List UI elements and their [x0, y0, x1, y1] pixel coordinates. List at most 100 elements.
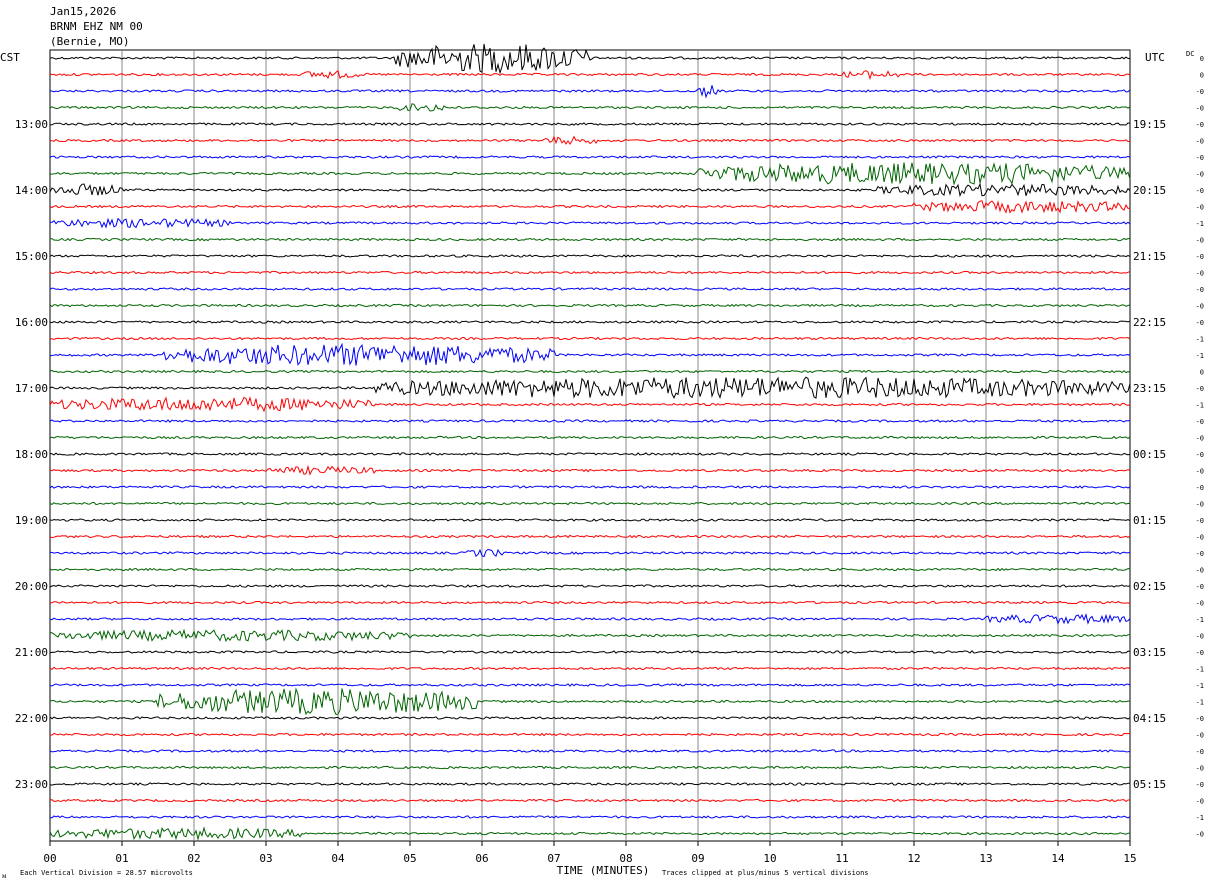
seismic-trace — [49, 396, 1131, 413]
dc-offset-value: -0 — [1196, 501, 1204, 509]
seismic-trace — [49, 69, 1131, 81]
right-hour-label: 03:15 — [1133, 646, 1166, 659]
dc-offset-value: -1 — [1196, 666, 1204, 674]
left-hour-label: 16:00 — [15, 316, 48, 329]
dc-offset-value: -0 — [1196, 138, 1204, 146]
left-hour-label: 14:00 — [15, 184, 48, 197]
left-hour-label: 19:00 — [15, 514, 48, 527]
dc-offset-value: -0 — [1196, 748, 1204, 756]
right-hour-label: 21:15 — [1133, 250, 1166, 263]
dc-offset-value: -0 — [1196, 435, 1204, 443]
dc-offset-value: -1 — [1196, 352, 1204, 360]
x-tick-label: 10 — [763, 852, 776, 865]
dc-offset-value: -0 — [1196, 286, 1204, 294]
dc-offset-value: -0 — [1196, 319, 1204, 327]
right-hour-label: 19:15 — [1133, 118, 1166, 131]
seismic-trace — [49, 336, 1131, 341]
station-code: BRNM EHZ NM 00 — [50, 20, 143, 33]
left-hour-label: 17:00 — [15, 382, 48, 395]
scale-note: Each Vertical Division = 28.57 microvolt… — [20, 869, 193, 877]
left-hour-label: 15:00 — [15, 250, 48, 263]
x-tick-label: 01 — [115, 852, 128, 865]
dc-offset-value: -1 — [1196, 220, 1204, 228]
seismic-trace — [49, 320, 1131, 324]
plot-date: Jan15,2026 — [50, 5, 117, 18]
dc-offset-value: -0 — [1196, 831, 1204, 839]
dc-label: DC — [1186, 50, 1194, 58]
dc-offset-value: -0 — [1196, 303, 1204, 311]
left-hour-label: 21:00 — [15, 646, 48, 659]
right-hour-label: 05:15 — [1133, 778, 1166, 791]
dc-offset-value: -0 — [1196, 534, 1204, 542]
seismic-trace — [49, 270, 1131, 275]
x-tick-label: 13 — [979, 852, 992, 865]
seismic-trace — [49, 155, 1131, 159]
dc-offset-value: -0 — [1196, 121, 1204, 129]
seismic-trace — [49, 765, 1131, 770]
right-hour-label: 00:15 — [1133, 448, 1166, 461]
dc-offset-value: -0 — [1196, 451, 1204, 459]
seismic-trace — [49, 826, 1131, 841]
dc-offset-value: -0 — [1196, 633, 1204, 641]
dc-offset-value: -0 — [1196, 781, 1204, 789]
right-hour-label: 02:15 — [1133, 580, 1166, 593]
helicorder-plot: CST UTC DC 13:00 14:00 15:00 16:00 17:00 18:00 19… — [0, 43, 1204, 880]
left-hour-label: 23:00 — [15, 778, 48, 791]
x-tick-label: 02 — [187, 852, 200, 865]
seismic-trace — [49, 567, 1131, 572]
seismic-trace — [49, 217, 1131, 229]
left-hour-label: 22:00 — [15, 712, 48, 725]
dc-offset-value: -1 — [1196, 402, 1204, 410]
x-tick-label: 09 — [691, 852, 704, 865]
dc-offset-value: -0 — [1196, 550, 1204, 558]
x-tick-label: 14 — [1051, 852, 1065, 865]
seismic-trace — [49, 613, 1131, 625]
seismic-trace — [49, 200, 1131, 214]
dc-offset-value: 0 — [1200, 369, 1204, 377]
seismic-trace — [49, 501, 1131, 506]
dc-offset-value: -0 — [1196, 105, 1204, 113]
dc-offset-value: -0 — [1196, 171, 1204, 179]
seismic-trace — [49, 135, 1131, 146]
seismic-trace — [49, 435, 1131, 440]
seismic-trace — [49, 419, 1131, 423]
left-hour-label: 13:00 — [15, 118, 48, 131]
station-location: (Bernie, MO) — [50, 35, 130, 48]
left-timezone-label: CST — [0, 51, 20, 64]
dc-offset-value: -1 — [1196, 336, 1204, 344]
seismic-trace — [49, 600, 1131, 605]
seismic-trace — [49, 732, 1131, 737]
dc-offset-value: -0 — [1196, 517, 1204, 525]
seismic-trace — [49, 122, 1131, 126]
dc-offset-value: -0 — [1196, 187, 1204, 195]
seismic-trace — [49, 369, 1131, 374]
seismic-trace — [49, 43, 1131, 75]
x-tick-label: 05 — [403, 852, 416, 865]
dc-offset-value: 0 — [1200, 55, 1204, 63]
right-timezone-label: UTC — [1145, 51, 1165, 64]
seismic-trace — [49, 376, 1131, 400]
seismic-trace — [49, 628, 1131, 643]
seismic-trace — [49, 464, 1131, 476]
x-tick-label: 04 — [331, 852, 345, 865]
right-hour-label: 04:15 — [1133, 712, 1166, 725]
dc-offset-value: -1 — [1196, 616, 1204, 624]
x-tick-label: 00 — [43, 852, 56, 865]
seismic-trace — [49, 716, 1131, 720]
seismic-trace — [49, 103, 1131, 112]
seismic-trace — [49, 342, 1131, 366]
seismic-trace — [49, 666, 1131, 671]
dc-offset-value: -0 — [1196, 253, 1204, 261]
dc-offset-value: -0 — [1196, 798, 1204, 806]
left-hour-label: 20:00 — [15, 580, 48, 593]
x-tick-label: 15 — [1123, 852, 1136, 865]
seismic-trace — [49, 584, 1131, 588]
seismic-trace — [49, 85, 1131, 99]
seismic-trace — [49, 162, 1131, 186]
seismic-trace — [49, 782, 1131, 786]
seismic-trace — [49, 485, 1131, 489]
logo-mark: ᴍ — [2, 872, 7, 880]
dc-offset-value: -1 — [1196, 699, 1204, 707]
seismic-trace — [49, 749, 1131, 753]
x-tick-label: 06 — [475, 852, 488, 865]
